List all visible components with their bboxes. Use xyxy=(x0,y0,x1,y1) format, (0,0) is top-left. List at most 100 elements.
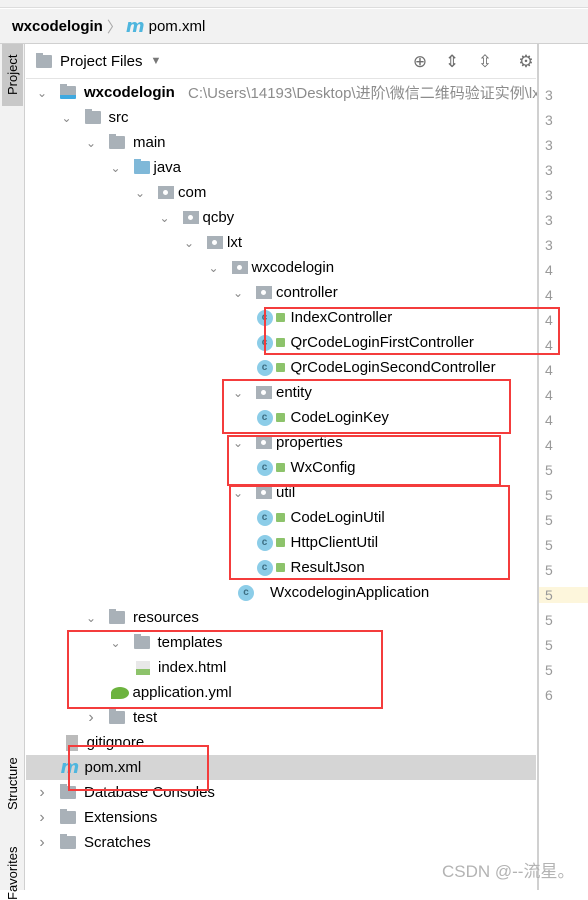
tree-item[interactable]: m pom.xml xyxy=(26,755,536,780)
line-number: 4 xyxy=(545,287,553,303)
gear-icon[interactable]: ⚙ xyxy=(514,44,538,79)
tree-item[interactable]: c IndexController xyxy=(26,305,536,330)
tree-item[interactable]: c ResultJson xyxy=(26,555,536,580)
html-file-icon xyxy=(136,660,150,675)
tab-project[interactable]: Project xyxy=(2,44,23,106)
source-folder-icon xyxy=(133,159,150,174)
line-number: 4 xyxy=(545,262,553,278)
tree-item[interactable]: › test xyxy=(26,705,536,730)
class-icon: c xyxy=(256,509,273,526)
maven-m-icon: m xyxy=(60,757,80,778)
tree-item[interactable]: › Scratches xyxy=(26,830,536,855)
tree-item[interactable]: ⌄ util xyxy=(26,480,536,505)
tree-item[interactable]: c HttpClientUtil xyxy=(26,530,536,555)
tree-item[interactable]: ⌄ wxcodelogin xyxy=(26,255,536,280)
tree-item-label: ResultJson xyxy=(290,559,365,576)
tree-item-label: test xyxy=(133,709,158,726)
tree-item[interactable]: c QrCodeLoginSecondController xyxy=(26,355,536,380)
tree-item-label: Extensions xyxy=(84,809,158,826)
tree-item[interactable]: ⌄ java xyxy=(26,155,536,180)
breadcrumb-file[interactable]: pom.xml xyxy=(149,18,206,35)
line-number: 5 xyxy=(545,562,553,578)
chevron-down-icon[interactable]: ⌄ xyxy=(36,86,48,100)
tab-favorites[interactable]: Favorites xyxy=(2,846,23,899)
editor-line-gutter: 3 3 3 3 3 3 3 4 4 4 4 4 4 4 4 5 5 5 5 5 5 5 5 5 6 xyxy=(537,44,588,890)
tree-item[interactable]: ⌄ qcby xyxy=(26,205,536,230)
chevron-down-icon[interactable]: ⌄ xyxy=(61,111,73,125)
chevron-down-icon[interactable]: ⌄ xyxy=(183,236,195,250)
tree-item[interactable]: c WxConfig xyxy=(26,455,536,480)
folder-icon xyxy=(109,134,125,149)
chevron-down-icon[interactable]: ⌄ xyxy=(208,261,220,275)
chevron-down-icon[interactable]: ⌄ xyxy=(232,286,244,300)
tree-item-label: CodeLoginKey xyxy=(290,409,389,426)
tree-item[interactable]: ⌄ entity xyxy=(26,380,536,405)
tree-item[interactable]: ⌄ wxcodelogin C:\Users\14193\Desktop\进阶\微信… xyxy=(26,80,561,105)
tab-structure[interactable]: Structure xyxy=(2,752,23,816)
chevron-down-icon[interactable]: ⌄ xyxy=(110,636,122,650)
line-number: 3 xyxy=(545,212,553,228)
watermark: CSDN @--流星。 xyxy=(442,862,575,881)
tree-item[interactable]: ⌄ lxt xyxy=(26,230,536,255)
folder-icon xyxy=(109,609,125,624)
tree-item[interactable]: c CodeLoginUtil xyxy=(26,505,536,530)
tree-item-label: QrCodeLoginFirstController xyxy=(290,334,474,351)
tree-item[interactable]: application.yml xyxy=(26,680,536,705)
tree-item[interactable]: c QrCodeLoginFirstController xyxy=(26,330,536,355)
tree-item-label: main xyxy=(133,134,166,151)
chevron-down-icon[interactable]: ⌄ xyxy=(232,386,244,400)
chevron-down-icon[interactable]: ▼ xyxy=(151,55,162,67)
lock-icon xyxy=(275,338,285,347)
tree-item[interactable]: index.html xyxy=(26,655,536,680)
chevron-right-icon[interactable]: › xyxy=(36,784,48,802)
chevron-down-icon[interactable]: ⌄ xyxy=(110,161,122,175)
class-icon: c xyxy=(256,459,273,476)
package-icon xyxy=(207,236,223,249)
collapse-all-icon[interactable]: ⇳ xyxy=(473,44,497,79)
line-number: 4 xyxy=(545,362,553,378)
tree-item[interactable]: ⌄ main xyxy=(26,130,536,155)
tree-item[interactable]: › Database Consoles xyxy=(26,780,536,805)
module-folder-icon xyxy=(60,84,76,99)
tree-item[interactable]: ⌄ controller xyxy=(26,280,536,305)
chevron-down-icon[interactable]: ⌄ xyxy=(85,136,97,150)
tree-item[interactable]: ⌄ templates xyxy=(26,630,536,655)
chevron-down-icon[interactable]: ⌄ xyxy=(232,486,244,500)
tree-item-label: lxt xyxy=(227,234,242,251)
package-icon xyxy=(158,186,174,199)
tree-item[interactable]: c CodeLoginKey xyxy=(26,405,536,430)
tree-item[interactable]: ⌄ properties xyxy=(26,430,536,455)
expand-all-icon[interactable]: ⇕ xyxy=(440,44,464,79)
tree-item[interactable]: ⌄ src xyxy=(26,105,536,130)
lock-icon xyxy=(275,313,285,322)
chevron-down-icon[interactable]: ⌄ xyxy=(85,611,97,625)
chevron-right-icon[interactable]: › xyxy=(36,834,48,852)
line-number: 5 xyxy=(545,512,553,528)
view-selector[interactable]: Project Files xyxy=(60,53,143,70)
tree-item[interactable]: c WxcodeloginApplication xyxy=(26,580,536,605)
chevron-right-icon[interactable]: › xyxy=(36,809,48,827)
tree-item[interactable]: › Extensions xyxy=(26,805,536,830)
folder-icon xyxy=(60,784,76,799)
tree-item-label: HttpClientUtil xyxy=(290,534,379,551)
package-icon xyxy=(256,286,272,299)
locate-icon[interactable]: ⊕ xyxy=(408,44,432,79)
tree-item[interactable]: ⌄ resources xyxy=(26,605,536,630)
tree-item-label: index.html xyxy=(158,659,227,676)
line-number: 5 xyxy=(545,462,553,478)
chevron-right-icon[interactable]: › xyxy=(85,709,97,727)
module-path: C:\Users\14193\Desktop\进阶\微信二维码验证实例\lxtd… xyxy=(188,85,561,102)
project-panel-header: Project Files ▼ ⊕ ⇕ ⇳ ⚙ — xyxy=(26,44,563,79)
breadcrumb-project[interactable]: wxcodelogin xyxy=(12,18,103,35)
tree-item-label: java xyxy=(153,159,182,176)
chevron-down-icon[interactable]: ⌄ xyxy=(134,186,146,200)
chevron-down-icon[interactable]: ⌄ xyxy=(159,211,171,225)
chevron-down-icon[interactable]: ⌄ xyxy=(232,436,244,450)
folder-icon xyxy=(109,709,125,724)
tree-item[interactable]: ⌄ com xyxy=(26,180,536,205)
tree-item[interactable]: .gitignore xyxy=(26,730,536,755)
lock-icon xyxy=(275,463,285,472)
tree-item-label: util xyxy=(276,484,296,501)
tree-item-label: qcby xyxy=(202,209,235,226)
package-icon xyxy=(231,261,248,274)
